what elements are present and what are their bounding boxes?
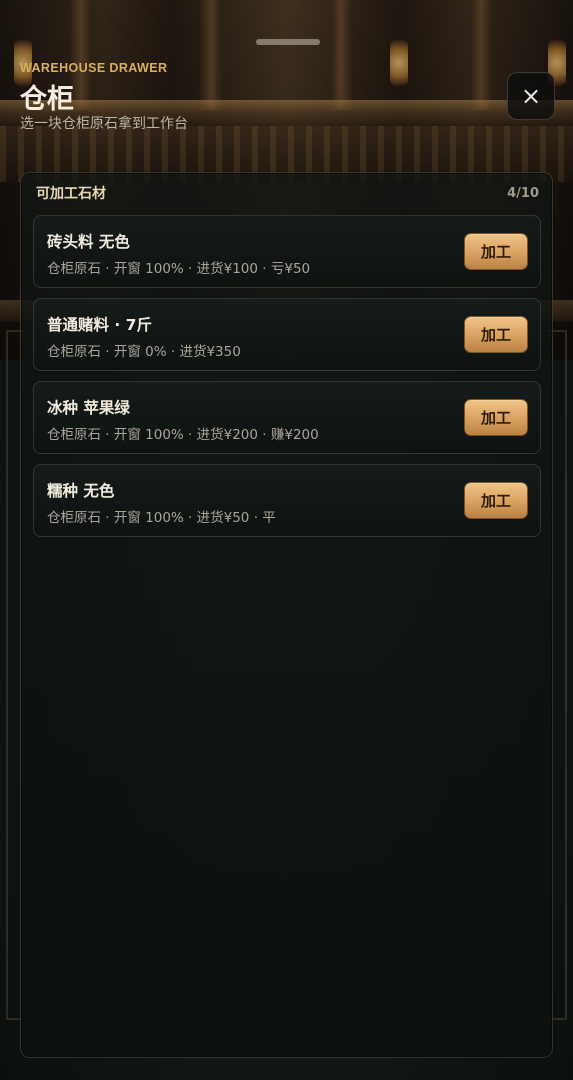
stone-name: 冰种 苹果绿 (47, 399, 130, 417)
background-pillar (200, 0, 222, 110)
drawer-eyebrow: WAREHOUSE DRAWER (20, 61, 168, 75)
process-button[interactable]: 加工 (464, 233, 528, 270)
background-pillar (470, 0, 492, 110)
close-icon: × (520, 82, 542, 110)
process-button[interactable]: 加工 (464, 399, 528, 436)
background-lamp (390, 40, 408, 86)
list-item: 砖头料 无色 仓柜原石 · 开窗 100% · 进货¥100 · 亏¥50 加工 (33, 215, 541, 288)
panel-count: 4/10 (507, 185, 539, 201)
process-button[interactable]: 加工 (464, 482, 528, 519)
background-pillar (330, 0, 352, 110)
stone-details: 仓柜原石 · 开窗 0% · 进货¥350 (47, 344, 241, 360)
list-item: 糯种 无色 仓柜原石 · 开窗 100% · 进货¥50 · 平 加工 (33, 464, 541, 537)
list-item: 普通赌料 · 7斤 仓柜原石 · 开窗 0% · 进货¥350 加工 (33, 298, 541, 371)
drawer-subtitle: 选一块仓柜原石拿到工作台 (20, 116, 188, 132)
close-button[interactable]: × (507, 72, 555, 120)
stone-name: 糯种 无色 (47, 482, 115, 500)
stone-name: 砖头料 无色 (47, 233, 130, 251)
process-button[interactable]: 加工 (464, 316, 528, 353)
panel-title: 可加工石材 (36, 186, 106, 202)
panel-header: 可加工石材 4/10 (36, 183, 541, 203)
drawer-title: 仓柜 (20, 84, 74, 115)
drawer-drag-handle[interactable] (256, 39, 320, 45)
list-item: 冰种 苹果绿 仓柜原石 · 开窗 100% · 进货¥200 · 赚¥200 加… (33, 381, 541, 454)
stone-details: 仓柜原石 · 开窗 100% · 进货¥100 · 亏¥50 (47, 261, 311, 277)
warehouse-drawer-screen: WAREHOUSE DRAWER 仓柜 选一块仓柜原石拿到工作台 × 可加工石材… (0, 0, 573, 1080)
stone-details: 仓柜原石 · 开窗 100% · 进货¥50 · 平 (47, 510, 276, 526)
stone-details: 仓柜原石 · 开窗 100% · 进货¥200 · 赚¥200 (47, 427, 319, 443)
stone-name: 普通赌料 · 7斤 (47, 316, 152, 334)
